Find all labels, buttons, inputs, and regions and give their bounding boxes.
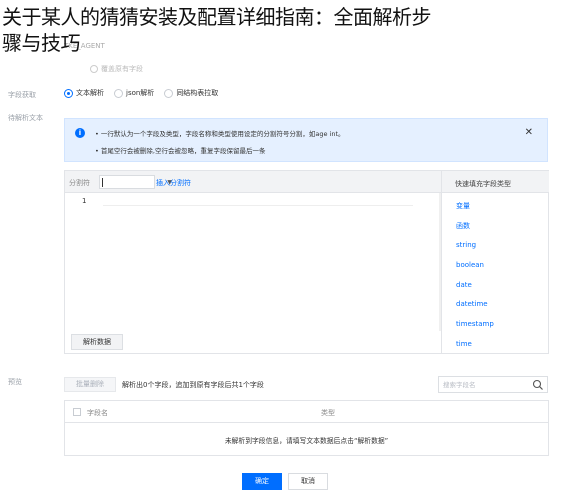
article-title-line2: 骤与技巧 — [2, 31, 81, 55]
column-header-field-name: 字段名 — [87, 409, 108, 417]
top-options-row: 覆盖原有字段 — [90, 64, 143, 74]
radio-json-parse[interactable]: json解析 — [114, 88, 154, 98]
parse-status-text: 解析出0个字段，追加到原有字段后共1个字段 — [122, 381, 264, 389]
editor-toolbar: 分割符 ▼ 插入分割符 — [65, 171, 441, 193]
quick-fill-item[interactable]: date — [456, 281, 472, 289]
radio-label: 同结构表拉取 — [176, 89, 219, 97]
quick-fill-item[interactable]: 变量 — [456, 201, 470, 211]
line-number: 1 — [82, 197, 87, 205]
batch-delete-button[interactable]: 批量删除 — [64, 377, 116, 392]
top-option-overwrite[interactable]: 覆盖原有字段 — [90, 64, 143, 74]
close-icon[interactable]: ✕ — [525, 127, 533, 138]
confirm-button[interactable]: 确定 — [242, 473, 282, 490]
radio-icon — [90, 65, 98, 73]
radio-icon — [164, 88, 174, 98]
insert-separator-link[interactable]: 插入分割符 — [156, 178, 191, 188]
text-editor-panel: 分割符 ▼ 插入分割符 1 快速填充字段类型 变量 函数 string bool… — [64, 170, 549, 354]
column-header-type: 类型 — [321, 409, 335, 417]
radio-icon — [114, 88, 123, 98]
search-input[interactable] — [443, 379, 527, 391]
cancel-button[interactable]: 取消 — [288, 473, 328, 490]
radio-text-parse[interactable]: 文本解析 — [64, 88, 104, 98]
radio-same-structure[interactable]: 同结构表拉取 — [164, 88, 218, 98]
editor-text-area[interactable] — [103, 197, 413, 206]
separator-label: 分割符 — [69, 179, 90, 187]
radio-label: 文本解析 — [76, 89, 104, 97]
preview-label: 预览 — [8, 378, 22, 386]
info-banner: i • 一行默认为一个字段及类型，字段名称和类型使用设定的分割符号分割，如age… — [64, 118, 548, 162]
info-line-1: • 一行默认为一个字段及类型，字段名称和类型使用设定的分割符号分割，如age i… — [95, 130, 345, 138]
quick-fill-item[interactable]: string — [456, 241, 476, 249]
radio-selected-icon — [64, 88, 73, 98]
table-header: 字段名 类型 — [65, 401, 548, 423]
info-line-2: • 首尾空行会被删除,空行会被忽略，重复字段保留最后一条 — [95, 147, 266, 155]
search-icon[interactable] — [532, 379, 544, 391]
article-title-line1: 关于某人的猜猜安装及配置详细指南：全面解析步 — [2, 5, 432, 29]
separator-select[interactable]: ▼ — [99, 175, 172, 189]
text-to-parse-label: 待解析文本 — [8, 114, 43, 122]
quick-fill-item[interactable]: 函数 — [456, 221, 470, 231]
radio-label: json解析 — [126, 89, 155, 97]
quick-fill-item[interactable]: time — [456, 340, 472, 348]
parse-method-group: 文本解析 json解析 同结构表拉取 — [64, 88, 218, 98]
line-gutter: 1 — [65, 193, 101, 331]
quick-fill-title: 快速填充字段类型 — [442, 171, 549, 193]
quick-fill-item[interactable]: boolean — [456, 261, 484, 269]
quick-fill-panel: 快速填充字段类型 变量 函数 string boolean date datet… — [441, 171, 549, 353]
info-icon: i — [75, 128, 85, 138]
field-fetch-label: 字段获取 — [8, 91, 36, 99]
empty-state-message: 未解析到字段信息，请填写文本数据后点击“解析数据” — [224, 437, 389, 445]
quick-fill-item[interactable]: datetime — [456, 300, 488, 308]
field-search-box — [438, 376, 548, 393]
text-caret — [102, 178, 103, 187]
select-all-checkbox[interactable] — [73, 408, 81, 416]
article-title: 关于某人的猜猜安装及配置详细指南：全面解析步 骤与技巧 — [2, 4, 568, 56]
parse-data-button[interactable]: 解析数据 — [71, 334, 123, 350]
preview-table: 字段名 类型 未解析到字段信息，请填写文本数据后点击“解析数据” — [64, 400, 549, 456]
quick-fill-item[interactable]: timestamp — [456, 320, 494, 328]
